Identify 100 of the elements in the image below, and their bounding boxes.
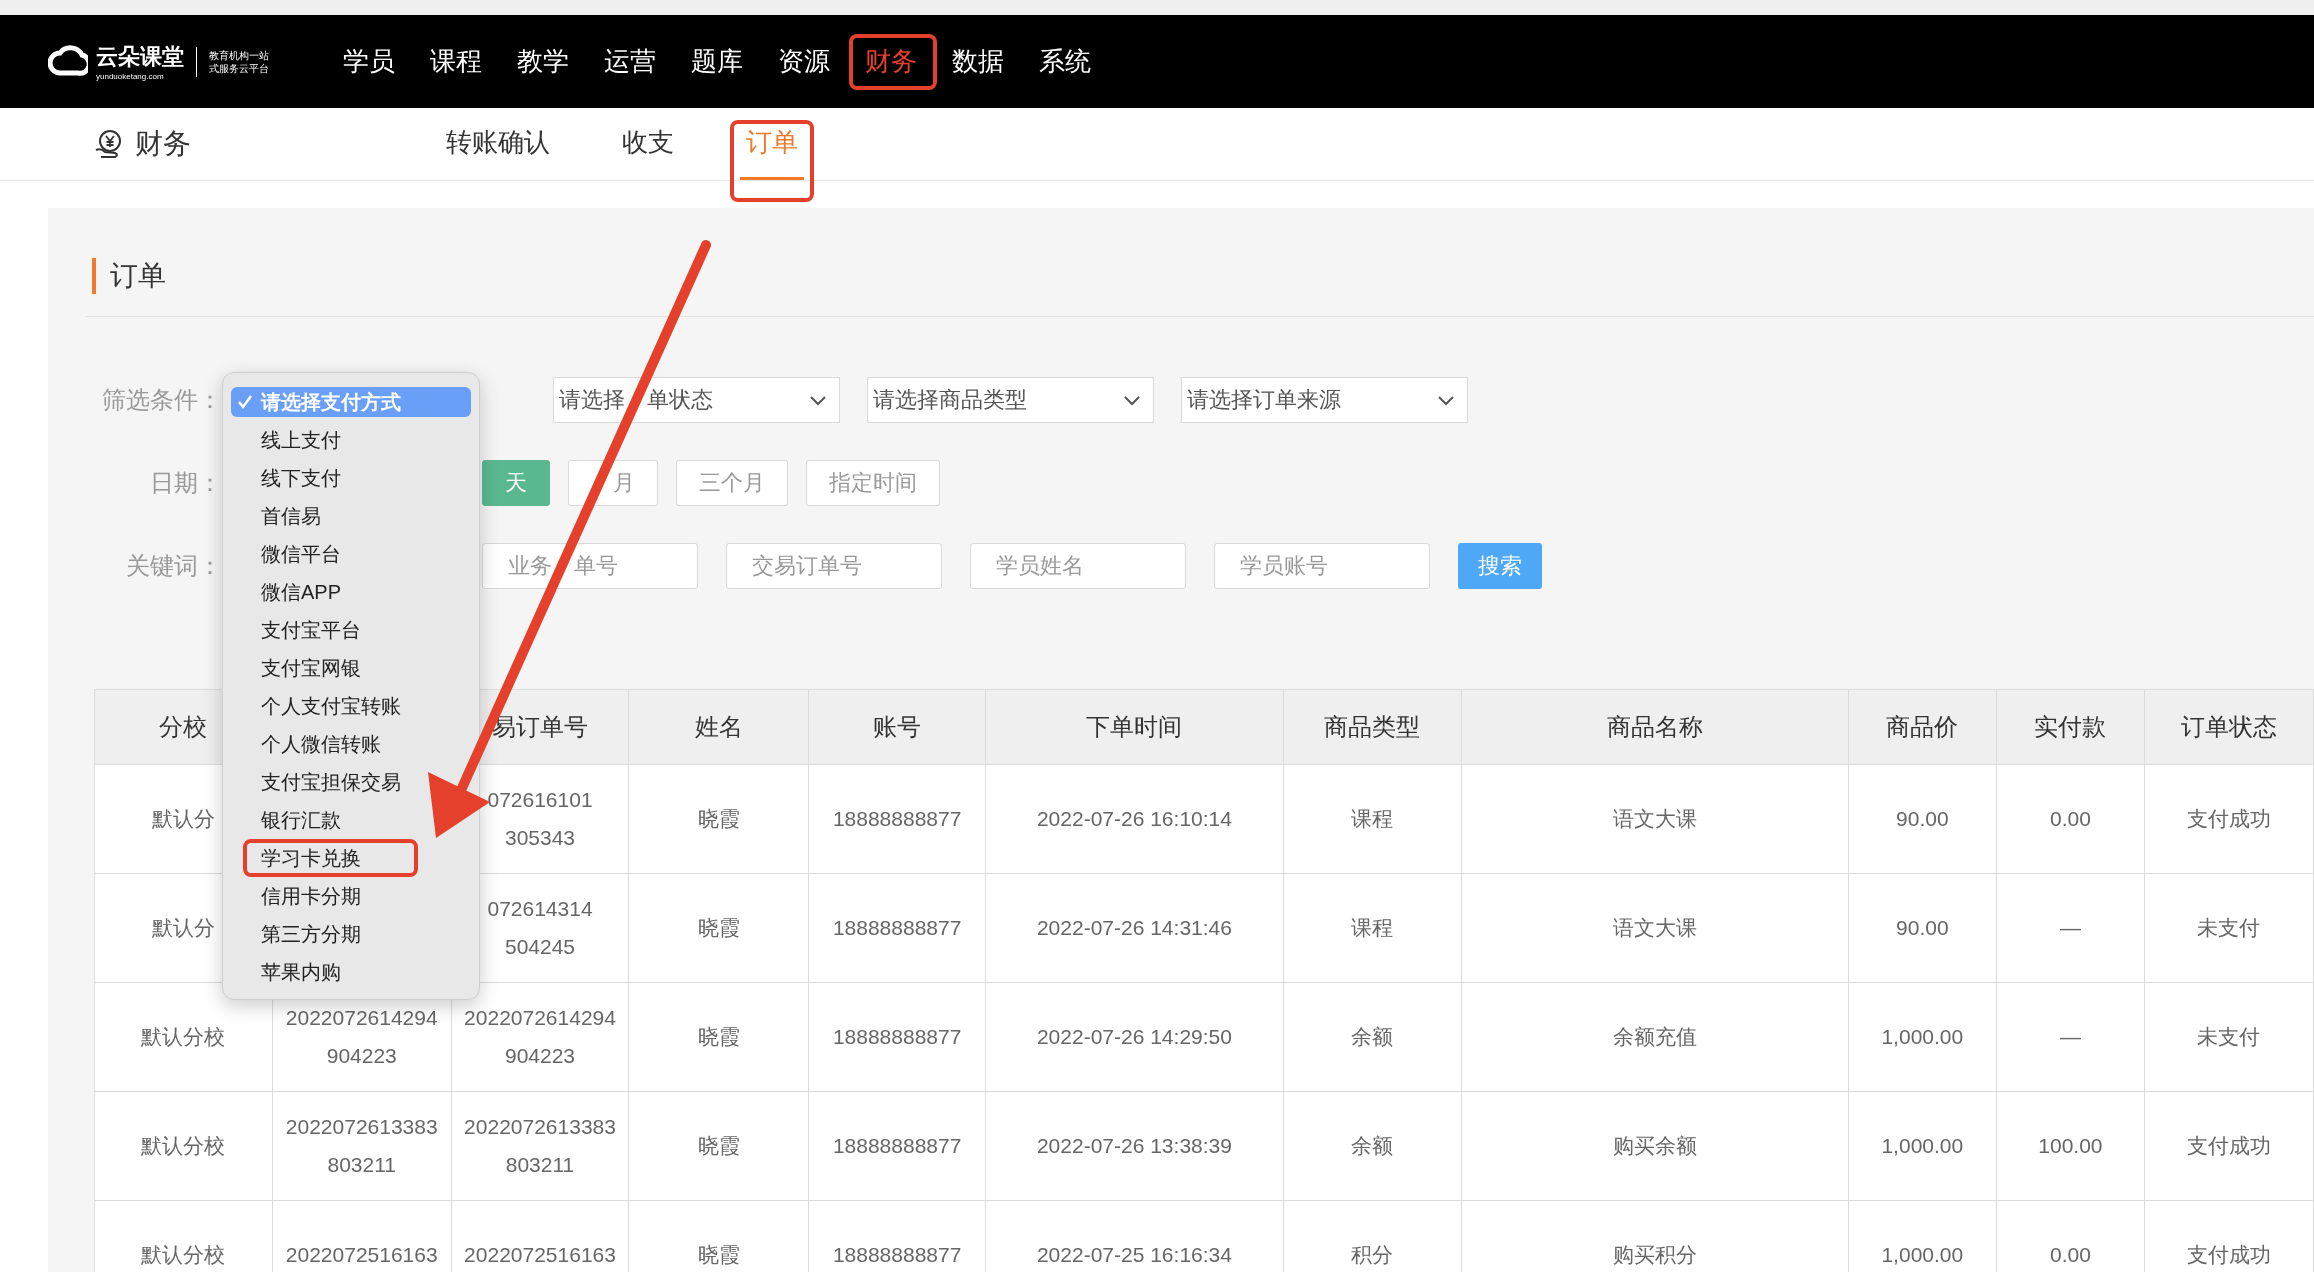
table-cell: 90.00 — [1896, 807, 1949, 830]
table-cell: 语文大课 — [1612, 916, 1697, 939]
dropdown-option[interactable]: 线上支付 — [231, 425, 341, 455]
column-header: 商品价 — [1886, 713, 1959, 740]
tab[interactable]: 收支 — [616, 108, 680, 180]
table-cell: 1,000.00 — [1881, 1243, 1964, 1266]
chevron-down-icon — [809, 394, 827, 406]
table-cell: 购买余额 — [1612, 1134, 1697, 1157]
table-cell: 余额 — [1351, 1134, 1394, 1157]
dropdown-option[interactable]: 首信易 — [231, 501, 321, 531]
dropdown-option[interactable]: 学习卡兑换 — [231, 843, 361, 873]
input-field[interactable]: 业务 单号 — [482, 543, 698, 589]
filter-label: 筛选条件： — [101, 385, 222, 415]
table-cell: 2022072614294904223 — [464, 1006, 616, 1067]
nav-item[interactable]: 系统 — [1027, 38, 1103, 85]
column-header: 账号 — [873, 713, 922, 740]
dropdown-option[interactable]: 微信平台 — [231, 539, 341, 569]
nav-item[interactable]: 学员 — [331, 38, 407, 85]
dropdown-option[interactable]: 苹果内购 — [231, 957, 341, 987]
column-header: 易订单号 — [492, 713, 588, 740]
column-header: 商品类型 — [1324, 713, 1421, 740]
table-cell: 0.00 — [2049, 807, 2091, 830]
table-cell: 语文大课 — [1612, 807, 1697, 830]
table-cell: 2022072516163 — [285, 1243, 438, 1266]
column-header: 实付款 — [2034, 713, 2107, 740]
input-field[interactable]: 交易订单号 — [726, 543, 942, 589]
dropdown-option[interactable]: 线下支付 — [231, 463, 341, 493]
tab[interactable]: 转账确认 — [440, 108, 556, 180]
table-cell: 072616101 305343 — [487, 788, 593, 849]
input-field[interactable]: 学员姓名 — [970, 543, 1186, 589]
table-cell: 晓霞 — [697, 1025, 740, 1048]
dropdown-option[interactable]: 银行汇款 — [231, 805, 341, 835]
dropdown-option[interactable]: 微信APP — [231, 577, 342, 607]
table-cell: — — [2059, 1025, 2081, 1048]
dropdown-option[interactable]: 支付宝平台 — [231, 615, 361, 645]
page-heading: 订单 — [92, 258, 166, 294]
table-cell: 余额 — [1351, 1025, 1394, 1048]
table-cell: 2022-07-26 14:29:50 — [1036, 1025, 1232, 1048]
table-cell: 课程 — [1351, 916, 1394, 939]
table-cell: 晓霞 — [697, 916, 740, 939]
dropdown-option[interactable]: 个人支付宝转账 — [231, 691, 401, 721]
table-cell: 默认分校 — [141, 1025, 226, 1048]
table-cell: 晓霞 — [697, 807, 740, 830]
table-cell: 18888888877 — [832, 916, 962, 939]
dropdown-option[interactable]: 支付宝担保交易 — [231, 767, 401, 797]
table-cell: 余额充值 — [1612, 1025, 1697, 1048]
nav-item[interactable]: 财务 — [853, 38, 929, 85]
table-cell: 100.00 — [2038, 1134, 2103, 1157]
section-title: 财务 — [135, 127, 191, 161]
table-cell: 未支付 — [2197, 916, 2261, 939]
logo-slogan: 教育机构一站 — [209, 48, 269, 62]
table-cell: 1,000.00 — [1881, 1025, 1964, 1048]
table-cell: 2022-07-26 16:10:14 — [1036, 807, 1232, 830]
table-cell: 2022072614294904223 — [285, 1006, 438, 1067]
select-field[interactable]: 请选择订单来源 — [1181, 377, 1468, 423]
table-cell: 2022072516163 — [464, 1243, 616, 1266]
filter-label: 日期： — [149, 468, 222, 498]
check-icon — [237, 394, 253, 410]
column-header: 分校 — [159, 713, 208, 740]
table-cell: 支付成功 — [2187, 807, 2271, 830]
nav-item[interactable]: 运营 — [592, 38, 668, 85]
chevron-down-icon — [1437, 394, 1455, 406]
table-cell: 18888888877 — [832, 807, 962, 830]
dropdown-option[interactable]: 支付宝网银 — [231, 653, 361, 683]
table-cell: 2022072613383803211 — [285, 1115, 438, 1176]
table-cell: 默认分 — [151, 916, 215, 939]
nav-item[interactable]: 数据 — [940, 38, 1016, 85]
table-cell: 晓霞 — [697, 1243, 740, 1266]
table-cell: 2022-07-26 14:31:46 — [1036, 916, 1232, 939]
nav-item[interactable]: 题库 — [679, 38, 755, 85]
table-cell: 90.00 — [1896, 916, 1949, 939]
nav-item[interactable]: 资源 — [766, 38, 842, 85]
table-cell: 晓霞 — [697, 1134, 740, 1157]
table-cell: 18888888877 — [832, 1025, 962, 1048]
table-cell: 未支付 — [2197, 1025, 2261, 1048]
table-cell: 默认分校 — [141, 1134, 226, 1157]
table-cell: 课程 — [1351, 807, 1394, 830]
table-cell: 支付成功 — [2187, 1243, 2271, 1266]
table-cell: 072614314 504245 — [487, 897, 593, 958]
cloud-logo-icon — [48, 44, 88, 79]
input-field[interactable]: 学员账号 — [1214, 543, 1430, 589]
table-cell: 0.00 — [2049, 1243, 2091, 1266]
nav-item[interactable]: 课程 — [418, 38, 494, 85]
dropdown-option[interactable]: 个人微信转账 — [231, 729, 381, 759]
dropdown-option[interactable]: 信用卡分期 — [231, 881, 361, 911]
column-header: 下单时间 — [1086, 713, 1183, 740]
table-cell: 2022072613383803211 — [464, 1115, 616, 1176]
nav-item[interactable]: 教学 — [505, 38, 581, 85]
select-field[interactable]: 请选择 单状态 — [553, 377, 840, 423]
select-field[interactable]: 请选择商品类型 — [867, 377, 1154, 423]
logo-slogan: 式服务云平台 — [209, 61, 269, 75]
table-cell: 购买积分 — [1612, 1243, 1697, 1266]
table-cell: 积分 — [1351, 1243, 1394, 1266]
column-header: 商品名称 — [1606, 713, 1703, 740]
column-header: 姓名 — [694, 713, 743, 740]
table-cell: 支付成功 — [2187, 1134, 2271, 1157]
table-cell: 1,000.00 — [1881, 1134, 1964, 1157]
dropdown-option[interactable]: 第三方分期 — [231, 919, 361, 949]
table-cell: 2022-07-25 16:16:34 — [1036, 1243, 1232, 1266]
table-cell: 默认分校 — [141, 1243, 226, 1266]
